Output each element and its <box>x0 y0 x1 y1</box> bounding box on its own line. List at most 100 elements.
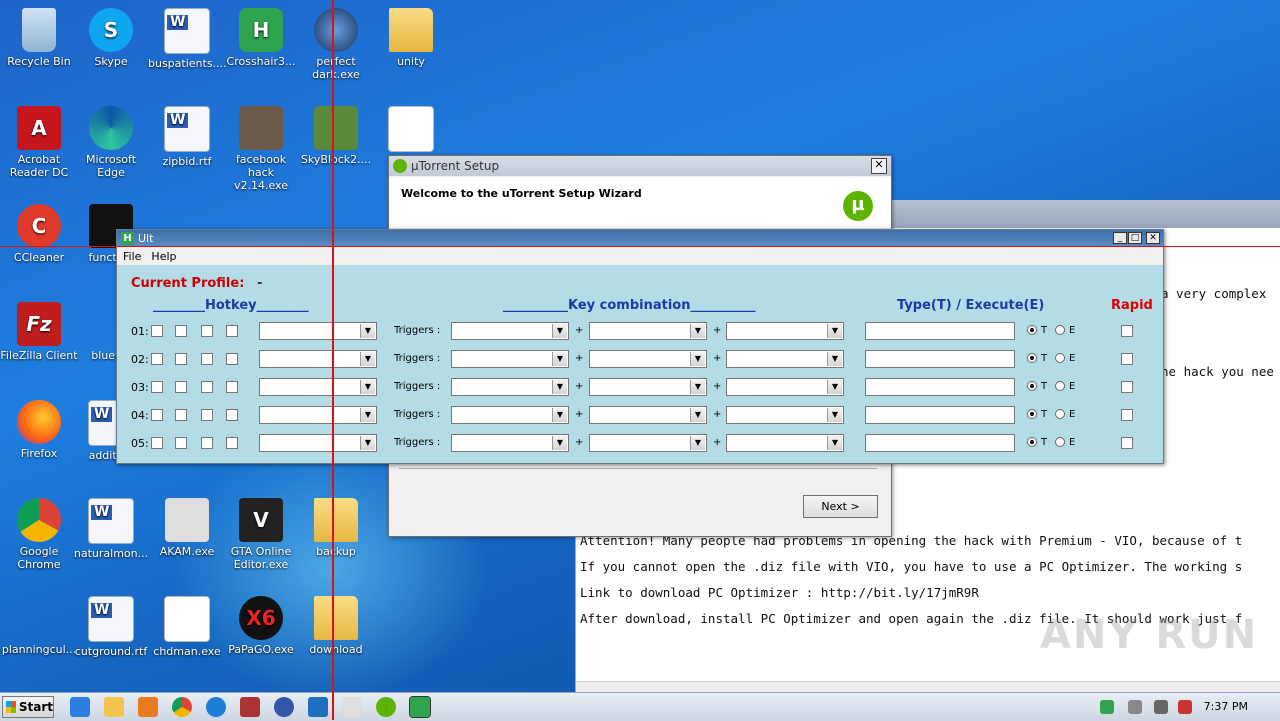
next-button[interactable]: Next > <box>803 495 878 518</box>
close-button[interactable]: ✕ <box>871 158 887 174</box>
modifier-checkbox[interactable] <box>226 381 238 393</box>
modifier-checkbox[interactable] <box>175 325 187 337</box>
desktop-icon-recycle-bin[interactable]: Recycle Bin <box>0 8 78 68</box>
type-execute-input[interactable] <box>865 434 1015 452</box>
type-radio[interactable] <box>1027 381 1037 391</box>
modifier-checkbox[interactable] <box>201 353 213 365</box>
desktop-icon-acrobat[interactable]: A Acrobat Reader DC <box>0 106 78 179</box>
modifier-checkbox[interactable] <box>201 325 213 337</box>
modifier-checkbox[interactable] <box>201 381 213 393</box>
desktop-icon-ccleaner[interactable]: C CCleaner <box>0 204 78 264</box>
notepad-taskbar-icon[interactable] <box>342 697 362 717</box>
desktop-icon-cutground[interactable]: cutground.rtf <box>72 596 150 658</box>
desktop-icon-skyblock[interactable]: SkyBlock2.... <box>297 106 375 166</box>
hotkey-select[interactable]: ▼ <box>259 406 377 424</box>
network-icon[interactable] <box>1154 700 1168 714</box>
key-combination-select[interactable]: ▼ <box>726 406 844 424</box>
desktop-icon-firefox[interactable]: Firefox <box>0 400 78 460</box>
browser-taskbar-icon[interactable] <box>274 697 294 717</box>
modifier-checkbox[interactable] <box>201 409 213 421</box>
desktop-icon-crosshair[interactable]: H Crosshair3... <box>222 8 300 68</box>
desktop-icon-download[interactable]: download <box>297 596 375 656</box>
modifier-checkbox[interactable] <box>151 353 163 365</box>
desktop-icon-facebook-hack[interactable]: facebook hack v2.14.exe <box>222 106 300 192</box>
desktop-icon-filezilla[interactable]: Fz FileZilla Client <box>0 302 78 362</box>
desktop-icon-gta-editor[interactable]: V GTA Online Editor.exe <box>222 498 300 571</box>
flag-icon[interactable] <box>1178 700 1192 714</box>
volume-icon[interactable] <box>1128 700 1142 714</box>
ult-titlebar[interactable]: H Ult _ □ ✕ <box>117 230 1163 247</box>
key-combination-select[interactable]: ▼ <box>451 406 569 424</box>
menu-help[interactable]: Help <box>151 250 176 263</box>
key-combination-select[interactable]: ▼ <box>451 434 569 452</box>
rapid-checkbox[interactable] <box>1121 325 1133 337</box>
clock[interactable]: 7:37 PM <box>1204 700 1248 713</box>
maximize-button[interactable]: □ <box>1128 232 1142 244</box>
key-combination-select[interactable]: ▼ <box>726 434 844 452</box>
type-radio[interactable] <box>1027 325 1037 335</box>
execute-radio[interactable] <box>1055 437 1065 447</box>
type-radio[interactable] <box>1027 409 1037 419</box>
key-combination-select[interactable]: ▼ <box>589 322 707 340</box>
desktop-icon-naturalmon[interactable]: naturalmon... <box>72 498 150 560</box>
desktop-icon-chdman[interactable]: chdman.exe <box>148 596 226 658</box>
execute-radio[interactable] <box>1055 325 1065 335</box>
ult-taskbar-icon[interactable] <box>409 696 431 718</box>
desktop-icon-buspatients[interactable]: buspatients.... <box>148 8 227 70</box>
hotkey-select[interactable]: ▼ <box>259 322 377 340</box>
modifier-checkbox[interactable] <box>151 325 163 337</box>
type-execute-input[interactable] <box>865 322 1015 340</box>
ie-taskbar-icon[interactable] <box>70 697 90 717</box>
type-radio[interactable] <box>1027 437 1037 447</box>
execute-radio[interactable] <box>1055 353 1065 363</box>
menu-file[interactable]: File <box>123 250 141 263</box>
winrar-taskbar-icon[interactable] <box>240 697 260 717</box>
modifier-checkbox[interactable] <box>175 437 187 449</box>
minimize-button[interactable]: _ <box>1113 232 1127 244</box>
rapid-checkbox[interactable] <box>1121 381 1133 393</box>
execute-radio[interactable] <box>1055 381 1065 391</box>
key-combination-select[interactable]: ▼ <box>726 378 844 396</box>
horizontal-scrollbar[interactable] <box>576 681 1280 692</box>
modifier-checkbox[interactable] <box>226 409 238 421</box>
modifier-checkbox[interactable] <box>226 325 238 337</box>
key-combination-select[interactable]: ▼ <box>589 434 707 452</box>
desktop-icon-perfect-dark[interactable]: perfect dark.exe <box>297 8 375 81</box>
modifier-checkbox[interactable] <box>151 437 163 449</box>
chrome-taskbar-icon[interactable] <box>172 697 192 717</box>
desktop-icon-akam[interactable]: AKAM.exe <box>148 498 226 558</box>
key-combination-select[interactable]: ▼ <box>451 378 569 396</box>
modifier-checkbox[interactable] <box>226 353 238 365</box>
key-combination-select[interactable]: ▼ <box>451 322 569 340</box>
type-radio[interactable] <box>1027 353 1037 363</box>
key-combination-select[interactable]: ▼ <box>726 350 844 368</box>
modifier-checkbox[interactable] <box>201 437 213 449</box>
rapid-checkbox[interactable] <box>1121 437 1133 449</box>
modifier-checkbox[interactable] <box>175 409 187 421</box>
rapid-checkbox[interactable] <box>1121 409 1133 421</box>
media-player-taskbar-icon[interactable] <box>138 697 158 717</box>
desktop-icon-zipbid[interactable]: zipbid.rtf <box>148 106 226 168</box>
hotkey-select[interactable]: ▼ <box>259 378 377 396</box>
key-combination-select[interactable]: ▼ <box>726 322 844 340</box>
type-execute-input[interactable] <box>865 350 1015 368</box>
execute-radio[interactable] <box>1055 409 1065 419</box>
g-app-taskbar-icon[interactable] <box>308 697 328 717</box>
modifier-checkbox[interactable] <box>175 353 187 365</box>
desktop-icon-chrome[interactable]: Google Chrome <box>0 498 78 571</box>
desktop-icon-blank[interactable] <box>372 106 450 155</box>
desktop-icon-backup[interactable]: backup <box>297 498 375 558</box>
modifier-checkbox[interactable] <box>151 381 163 393</box>
hotkey-select[interactable]: ▼ <box>259 434 377 452</box>
key-combination-select[interactable]: ▼ <box>589 350 707 368</box>
desktop-icon-planningcul[interactable]: planningcul... <box>0 596 78 656</box>
modifier-checkbox[interactable] <box>151 409 163 421</box>
rapid-checkbox[interactable] <box>1121 353 1133 365</box>
key-combination-select[interactable]: ▼ <box>451 350 569 368</box>
utorrent-titlebar[interactable]: µTorrent Setup ✕ <box>389 156 891 176</box>
type-execute-input[interactable] <box>865 378 1015 396</box>
utorrent-taskbar-icon[interactable] <box>376 697 396 717</box>
desktop-icon-papago[interactable]: X6 PaPaGO.exe <box>222 596 300 656</box>
edge-taskbar-icon[interactable] <box>206 697 226 717</box>
desktop-icon-unity[interactable]: unity <box>372 8 450 68</box>
